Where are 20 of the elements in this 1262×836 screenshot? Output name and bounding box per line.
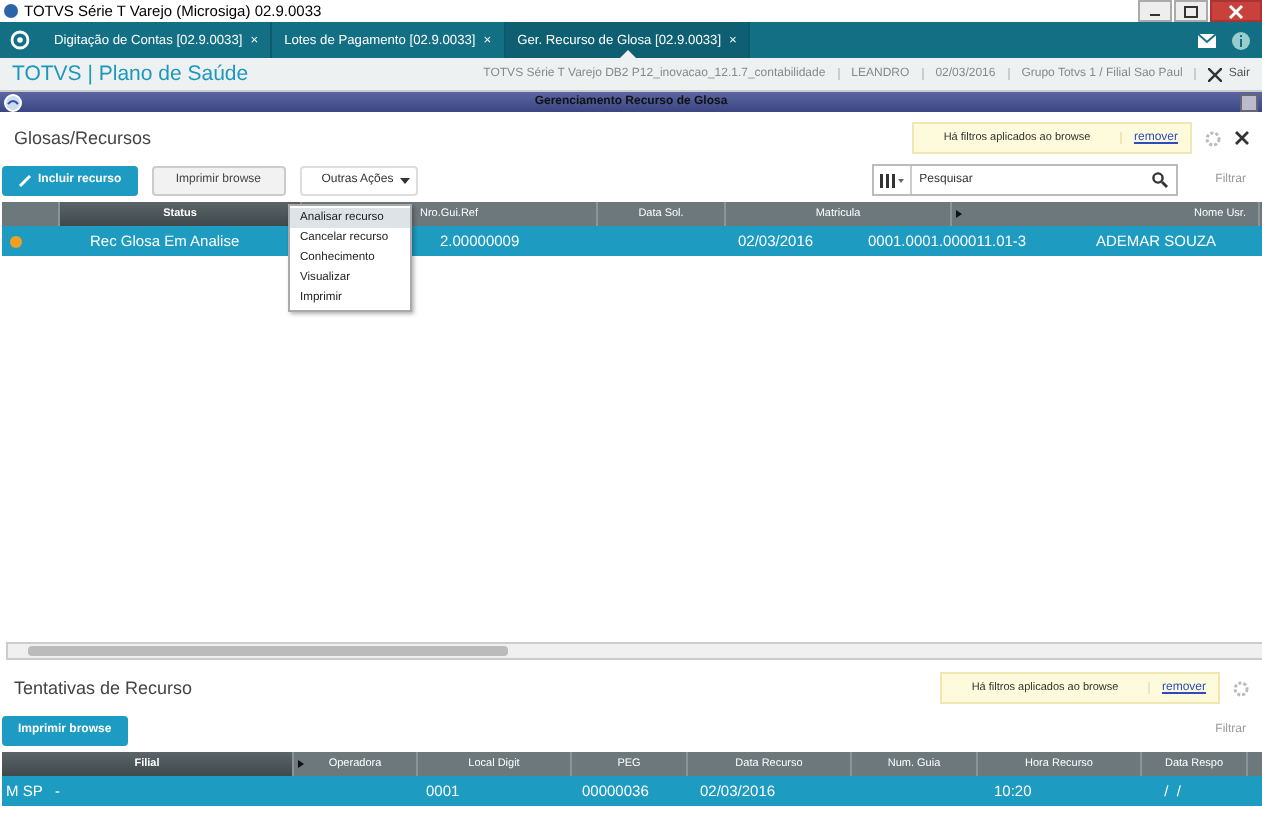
maximize-button[interactable] [1174, 0, 1208, 22]
minimize-button[interactable] [1138, 0, 1172, 22]
power-icon[interactable] [10, 30, 30, 50]
columns-icon [879, 173, 904, 187]
section-title: Glosas/Recursos [14, 128, 152, 148]
close-button[interactable] [1210, 0, 1262, 22]
app-icon [4, 4, 18, 18]
close-icon [1228, 3, 1244, 19]
app-brand: TOTVS | Plano de Saúde [12, 62, 249, 86]
search-icon[interactable] [1151, 172, 1168, 188]
mail-icon[interactable] [1198, 33, 1216, 47]
caret-icon [399, 177, 410, 183]
close-button[interactable] [1240, 93, 1258, 111]
horizontal-scrollbar[interactable] [6, 642, 1262, 660]
pencil-icon [18, 173, 32, 187]
help-icon[interactable] [1232, 31, 1250, 49]
triangle-icon [956, 210, 962, 218]
close-icon[interactable] [1234, 130, 1250, 146]
triangle-icon [298, 760, 304, 768]
section-title: Tentativas de Recurso [14, 678, 193, 698]
